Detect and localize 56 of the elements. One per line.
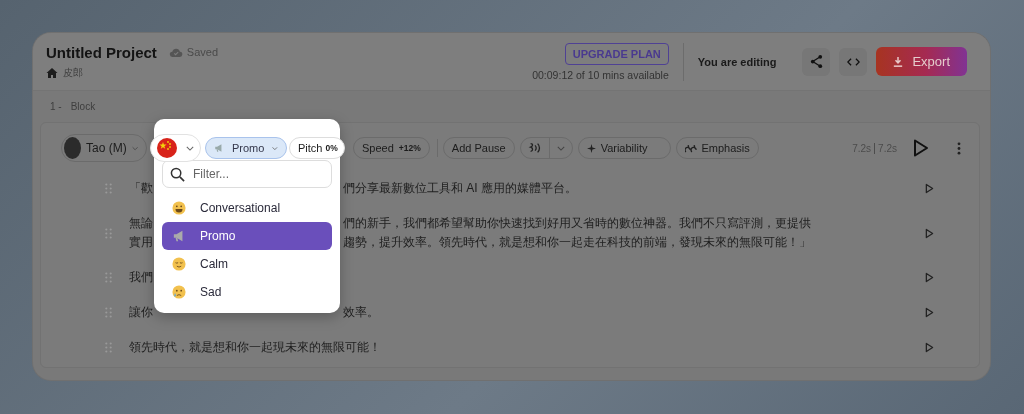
home-icon <box>46 66 58 79</box>
pitch-control[interactable]: Pitch 0% <box>289 137 345 159</box>
play-icon[interactable] <box>925 183 934 194</box>
style-option[interactable]: Promo <box>162 222 332 250</box>
script-text: 效率。 <box>343 304 379 321</box>
embed-button[interactable] <box>839 47 868 76</box>
play-icon[interactable] <box>913 139 929 157</box>
avatar <box>64 137 82 159</box>
script-text: 趨勢，提升效率。領先時代，就是想和你一起走在科技的前端，發現未來的無限可能！」 <box>343 234 811 251</box>
flag-icon <box>157 138 177 158</box>
script-text: 無論 <box>129 215 153 232</box>
script-text: 領先時代，就是想和你一起現未來的無限可能！ <box>129 339 382 356</box>
chevron-icon <box>556 145 565 151</box>
chevron-icon <box>186 145 194 151</box>
script-text: 我們 <box>129 269 153 286</box>
cloud-icon <box>168 46 183 58</box>
crying-face-icon <box>172 285 186 299</box>
script-text: 實用 <box>129 234 153 251</box>
drag-handle-icon[interactable] <box>105 183 112 194</box>
script-text: 「歡 <box>129 180 153 197</box>
play-icon[interactable] <box>925 227 934 239</box>
share-icon <box>808 54 824 69</box>
project-title: Untitled Project <box>46 43 157 61</box>
script-text: 讓你 <box>129 304 153 321</box>
block-label: Block <box>70 101 96 114</box>
export-button[interactable]: Export <box>876 47 967 76</box>
share-button[interactable] <box>802 47 831 76</box>
editing-status: You are editing <box>697 55 777 68</box>
language-selector[interactable] <box>150 134 201 162</box>
sparkle-icon <box>586 143 596 153</box>
filter-field[interactable]: Filter... <box>162 160 332 188</box>
style-selector[interactable]: Promo <box>205 137 287 159</box>
style-option[interactable]: Conversational <box>162 194 332 222</box>
search-icon <box>170 167 185 182</box>
drag-handle-icon[interactable] <box>105 272 112 283</box>
code-icon <box>846 56 860 67</box>
breadcrumb-link[interactable]: 皮郎 <box>63 65 83 80</box>
script-text: 們的新手，我們都希望幫助你快速找到好用又省時的數位神器。我們不只寫評測，更提供 <box>343 215 811 232</box>
chevron-icon <box>272 145 278 151</box>
style-option[interactable]: Sad <box>162 278 332 306</box>
usage-text: 00:09:12 of 10 mins available <box>532 68 669 81</box>
drag-handle-icon[interactable] <box>105 342 112 353</box>
play-icon[interactable] <box>925 342 934 353</box>
download-icon <box>893 55 904 68</box>
voice-effect-icon <box>527 141 542 155</box>
grinning-face-icon <box>172 201 186 215</box>
chevron-icon <box>131 145 138 151</box>
play-icon[interactable] <box>925 272 934 283</box>
style-option[interactable]: Calm <box>162 250 332 278</box>
script-text: 們分享最新數位工具和 AI 應用的媒體平台。 <box>343 180 577 197</box>
megaphone-icon <box>214 142 224 154</box>
smiling-face-icon <box>172 257 186 271</box>
play-icon[interactable] <box>925 307 934 318</box>
drag-handle-icon[interactable] <box>105 227 112 239</box>
drag-handle-icon[interactable] <box>105 307 112 318</box>
more-icon[interactable] <box>957 141 961 155</box>
